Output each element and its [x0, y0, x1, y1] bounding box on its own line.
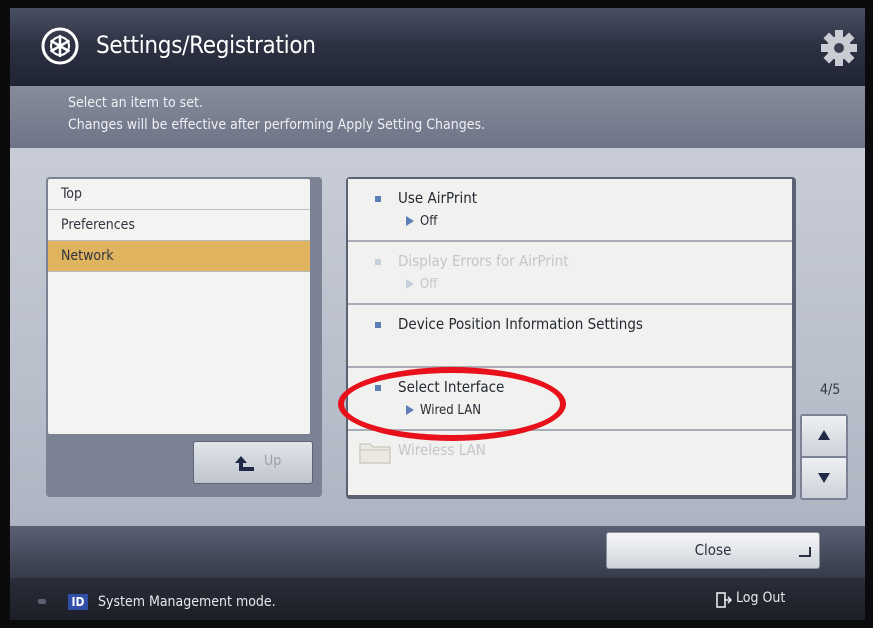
device-screen: Settings/Registration Select an item to … — [10, 8, 865, 620]
setting-device-position-information[interactable]: Device Position Information Settings — [348, 305, 792, 368]
gear-icon[interactable] — [819, 28, 859, 68]
setting-value: Off — [420, 214, 438, 229]
setting-wireless-lan: Wireless LAN — [348, 431, 792, 494]
scroll-up-button[interactable] — [802, 416, 846, 456]
up-button[interactable]: Up — [193, 441, 313, 484]
mode-status-text: System Management mode. — [98, 594, 276, 610]
setting-label: Device Position Information Settings — [398, 315, 643, 333]
page-title: Settings/Registration — [96, 31, 316, 59]
close-button[interactable]: Close — [606, 532, 820, 569]
page-indicator: 4/5 — [820, 382, 841, 398]
scroll-down-button[interactable] — [802, 458, 846, 498]
tree-item-preferences[interactable]: Preferences — [48, 210, 310, 241]
setting-use-airprint[interactable]: Use AirPrint Off — [348, 179, 792, 242]
logout-icon — [716, 592, 732, 608]
settings-registration-icon — [41, 27, 79, 65]
id-badge: ID — [68, 594, 88, 610]
setting-label: Wireless LAN — [398, 441, 486, 459]
bullet-icon — [375, 196, 381, 202]
highlight-annotation — [338, 367, 566, 441]
close-button-label: Close — [694, 541, 732, 559]
triangle-down-icon — [818, 473, 830, 483]
tree-item-network[interactable]: Network — [48, 241, 310, 272]
settings-list: Use AirPrint Off Display Errors for AirP… — [348, 179, 792, 495]
setting-label: Use AirPrint — [398, 189, 478, 207]
scroll-controls — [800, 414, 848, 500]
bullet-icon — [375, 259, 381, 265]
setting-display-errors-airprint: Display Errors for AirPrint Off — [348, 242, 792, 305]
main-area: Top Preferences Network Up Use AirPrint … — [10, 148, 865, 526]
status-led-icon — [38, 599, 46, 604]
tree-item-top[interactable]: Top — [48, 179, 310, 210]
action-bar: Close — [10, 526, 865, 578]
setting-label: Display Errors for AirPrint — [398, 252, 569, 270]
instruction-line-2: Changes will be effective after performi… — [68, 117, 486, 133]
title-bar: Settings/Registration — [10, 8, 865, 86]
up-arrow-icon — [235, 456, 254, 471]
value-arrow-icon — [406, 279, 414, 289]
up-button-label: Up — [264, 453, 282, 469]
triangle-up-icon — [818, 430, 830, 440]
setting-value: Off — [420, 277, 438, 292]
bullet-icon — [375, 322, 381, 328]
folder-icon — [359, 443, 391, 464]
menu-tree-panel: Top Preferences Network Up — [46, 177, 322, 497]
instruction-line-1: Select an item to set. — [68, 95, 203, 111]
menu-tree: Top Preferences Network — [48, 179, 310, 434]
settings-list-panel: Use AirPrint Off Display Errors for AirP… — [346, 177, 796, 499]
status-bar: ID System Management mode. Log Out — [10, 578, 865, 620]
value-arrow-icon — [406, 216, 414, 226]
logout-label: Log Out — [736, 590, 786, 606]
enter-icon — [799, 547, 811, 557]
instruction-panel: Select an item to set. Changes will be e… — [10, 86, 865, 148]
